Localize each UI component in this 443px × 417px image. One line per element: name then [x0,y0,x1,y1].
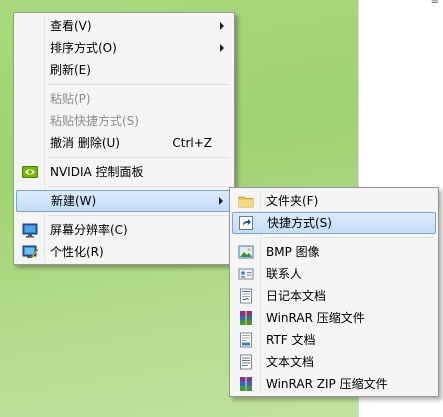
menu-item-label: 新建(W) [51,194,97,208]
menu-item-label: 日记本文档 [266,289,327,303]
menu-item-label: WinRAR 压缩文件 [266,311,365,325]
submenu-arrow-icon [220,22,224,30]
submenu-item-winrar-zip-archive[interactable]: WinRAR ZIP 压缩文件 [232,373,436,395]
desktop[interactable]: ≡ 查看(V) 排序方式(O) 刷新(E) 粘贴(P) 粘贴快捷方式(S) 撤消… [0,0,443,417]
menu-item-label: 文件夹(F) [266,194,319,208]
rtf-document-icon [238,332,254,348]
winrar-icon [238,310,254,326]
desktop-context-menu: 查看(V) 排序方式(O) 刷新(E) 粘贴(P) 粘贴快捷方式(S) 撤消 删… [13,12,235,265]
submenu-item-winrar-archive[interactable]: WinRAR 压缩文件 [232,307,436,329]
personalize-icon [22,244,39,260]
new-submenu: 文件夹(F) 快捷方式(S) BMP 图像 联系人 日记本文档 WinRAR 压… [229,187,439,397]
menu-item-screen-resolution[interactable]: 屏幕分辨率(C) [16,219,232,241]
display-icon [22,222,38,238]
submenu-item-rtf-document[interactable]: RTF 文档 [232,329,436,351]
submenu-item-bmp-image[interactable]: BMP 图像 [232,241,436,263]
menu-item-label: 个性化(R) [50,245,104,259]
submenu-arrow-icon [220,44,224,52]
menu-item-label: 文本文档 [266,355,315,369]
submenu-item-contact[interactable]: 联系人 [232,263,436,285]
menu-item-new[interactable]: 新建(W) [16,190,232,212]
menu-item-label: BMP 图像 [266,245,320,259]
menu-item-paste-shortcut[interactable]: 粘贴快捷方式(S) [16,110,232,132]
submenu-arrow-icon [219,197,223,205]
folder-icon [238,193,254,209]
menu-item-view[interactable]: 查看(V) [16,15,232,37]
menu-item-label: NVIDIA 控制面板 [50,165,144,179]
menu-item-label: 粘贴快捷方式(S) [50,114,139,128]
shortcut-icon [238,215,254,231]
menu-separator [48,215,230,216]
menu-item-label: 排序方式(O) [50,41,117,55]
menu-item-label: RTF 文档 [266,333,316,347]
menu-item-personalize[interactable]: 个性化(R) [16,241,232,263]
shortcut-text: Ctrl+Z [172,136,212,150]
submenu-item-journal-document[interactable]: 日记本文档 [232,285,436,307]
menu-icon: ≡ [430,0,439,7]
winrar-zip-icon [238,376,254,392]
submenu-item-text-document[interactable]: 文本文档 [232,351,436,373]
nvidia-icon [22,164,38,180]
menu-item-nvidia-control-panel[interactable]: NVIDIA 控制面板 [16,161,232,183]
menu-item-undo-delete[interactable]: 撤消 删除(U) Ctrl+Z [16,132,232,154]
menu-item-refresh[interactable]: 刷新(E) [16,59,232,81]
menu-item-label: 屏幕分辨率(C) [50,223,128,237]
submenu-item-shortcut[interactable]: 快捷方式(S) [232,212,436,234]
journal-document-icon [238,288,254,304]
submenu-item-folder[interactable]: 文件夹(F) [232,190,436,212]
menu-item-sort-by[interactable]: 排序方式(O) [16,37,232,59]
menu-item-label: 粘贴(P) [50,92,91,106]
menu-separator [48,84,230,85]
bmp-image-icon [238,244,254,260]
menu-item-label: 联系人 [266,267,303,281]
menu-item-label: 快捷方式(S) [267,216,332,230]
contact-icon [238,266,254,282]
menu-item-label: WinRAR ZIP 压缩文件 [266,377,388,391]
menu-separator [264,237,434,238]
menu-separator [48,157,230,158]
menu-item-label: 刷新(E) [50,63,91,77]
text-document-icon [238,354,254,370]
menu-item-label: 查看(V) [50,19,92,33]
menu-item-label: 撤消 删除(U) [50,136,120,150]
menu-separator [48,186,230,187]
menu-item-paste[interactable]: 粘贴(P) [16,88,232,110]
